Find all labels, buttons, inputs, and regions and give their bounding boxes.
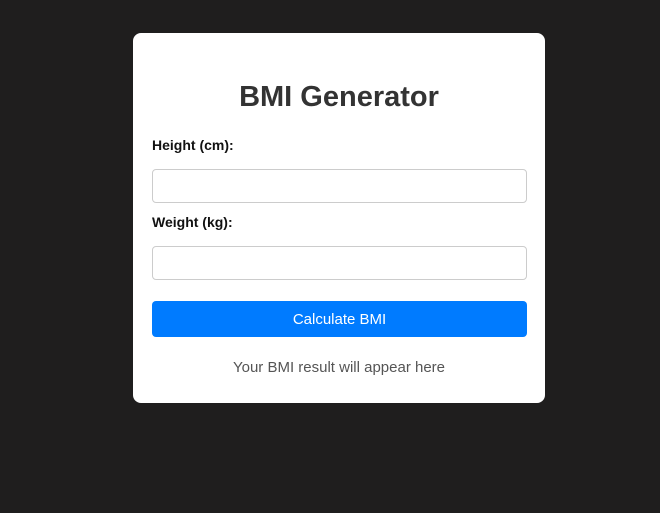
height-input[interactable]: [152, 169, 527, 203]
weight-label: Weight (kg):: [152, 214, 233, 230]
bmi-card: BMI Generator Height (cm): Weight (kg): …: [133, 33, 545, 403]
height-label: Height (cm):: [152, 137, 234, 153]
weight-input[interactable]: [152, 246, 527, 280]
bmi-result-text: Your BMI result will appear here: [232, 359, 446, 376]
page-title: BMI Generator: [239, 81, 439, 113]
calculate-bmi-button[interactable]: Calculate BMI: [152, 301, 527, 337]
